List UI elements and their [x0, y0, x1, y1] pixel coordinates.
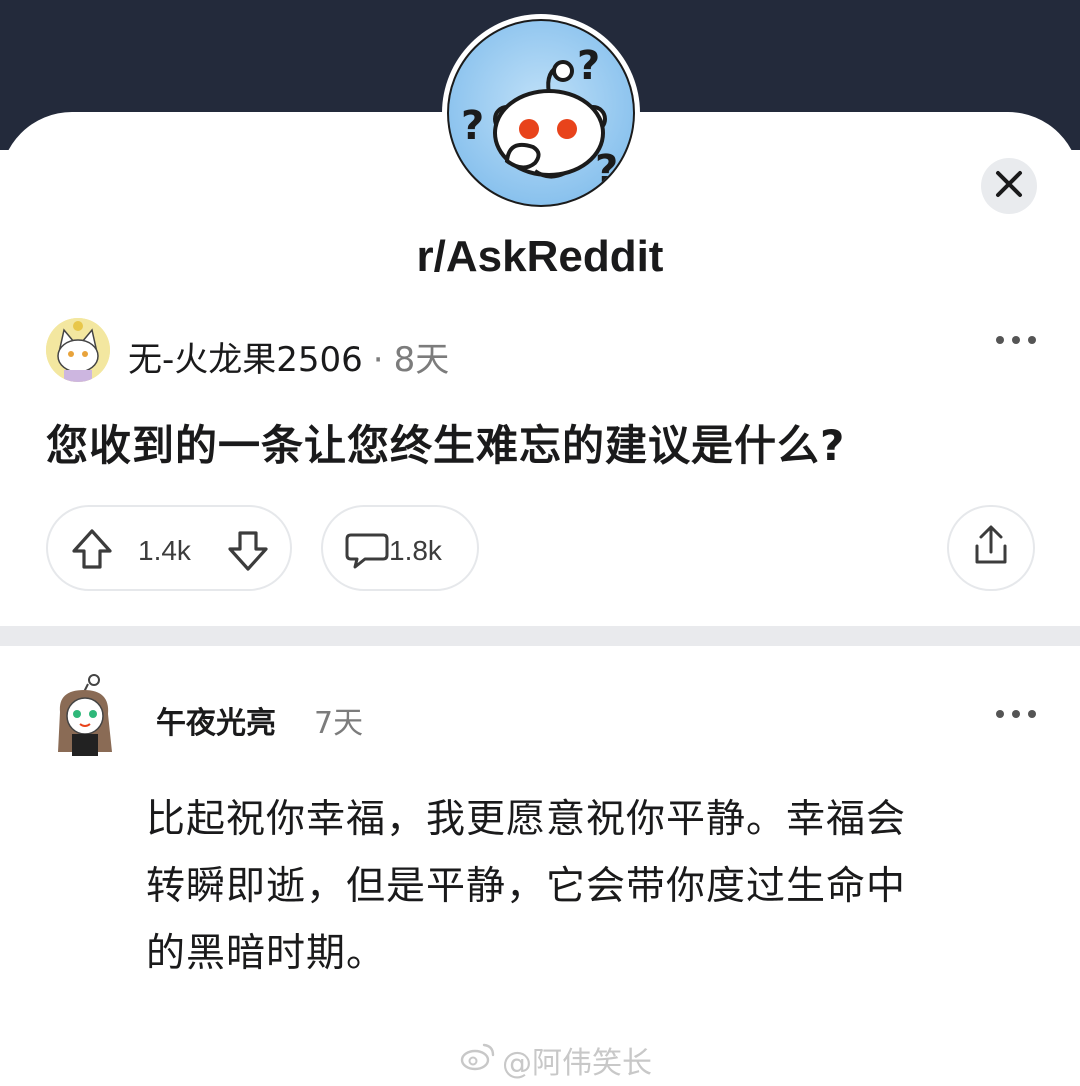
- comment-author-name[interactable]: 午夜光亮: [156, 698, 276, 742]
- meta-separator: ·: [372, 340, 384, 380]
- comment-author-avatar[interactable]: [52, 672, 118, 758]
- comment-line: 比起祝你幸福，我更愿意祝你平静。幸福会: [146, 797, 907, 842]
- post-meta: 无-火龙果2506 · 8天: [128, 332, 449, 381]
- upvote-button[interactable]: [70, 527, 114, 575]
- post-more-button[interactable]: [996, 334, 1036, 346]
- comment-body: 比起祝你幸福，我更愿意祝你平静。幸福会 转瞬即逝，但是平静，它会带你度过生命中 …: [146, 786, 1006, 987]
- comments-button[interactable]: 1.8k: [321, 505, 479, 591]
- share-icon: [971, 524, 1011, 572]
- comment-bubble-icon: [345, 531, 389, 575]
- watermark: @阿伟笑长: [460, 1038, 652, 1082]
- comment-line: 的黑暗时期。: [146, 931, 387, 976]
- comment-count: 1.8k: [389, 535, 442, 566]
- comment-more-button[interactable]: [996, 708, 1036, 720]
- svg-text:?: ?: [577, 43, 600, 89]
- post-sheet-screen: ? ? ? r/AskReddit 无-火龙果2506 · 8天 您收到的一条让…: [0, 0, 1080, 1086]
- subreddit-name[interactable]: r/AskReddit: [0, 232, 1080, 282]
- upvote-count: 1.4k: [138, 535, 191, 566]
- more-options-icon: [996, 336, 1004, 344]
- downvote-button[interactable]: [226, 529, 270, 577]
- post-author-avatar[interactable]: [46, 318, 110, 382]
- comment-line: 转瞬即逝，但是平静，它会带你度过生命中: [146, 864, 907, 909]
- post-title[interactable]: 您收到的一条让您终生难忘的建议是什么?: [46, 412, 845, 473]
- downvote-arrow-icon: [228, 531, 268, 571]
- close-icon: [995, 170, 1023, 202]
- upvote-arrow-icon: [72, 529, 112, 569]
- post-author-name[interactable]: 无-火龙果2506: [128, 340, 363, 380]
- post-age: 8天: [393, 340, 450, 380]
- close-button[interactable]: [981, 158, 1037, 214]
- share-button[interactable]: [947, 505, 1035, 591]
- svg-text:?: ?: [461, 103, 484, 149]
- weibo-logo-icon: [460, 1041, 496, 1079]
- comment-age: 7天: [314, 706, 364, 741]
- snoo-thinking-icon: ? ? ?: [447, 19, 635, 207]
- watermark-text: @阿伟笑长: [502, 1046, 652, 1081]
- vote-bar: 1.4k: [46, 505, 292, 591]
- more-options-icon: [996, 710, 1004, 718]
- section-divider: [0, 626, 1080, 646]
- subreddit-avatar[interactable]: ? ? ?: [442, 14, 640, 212]
